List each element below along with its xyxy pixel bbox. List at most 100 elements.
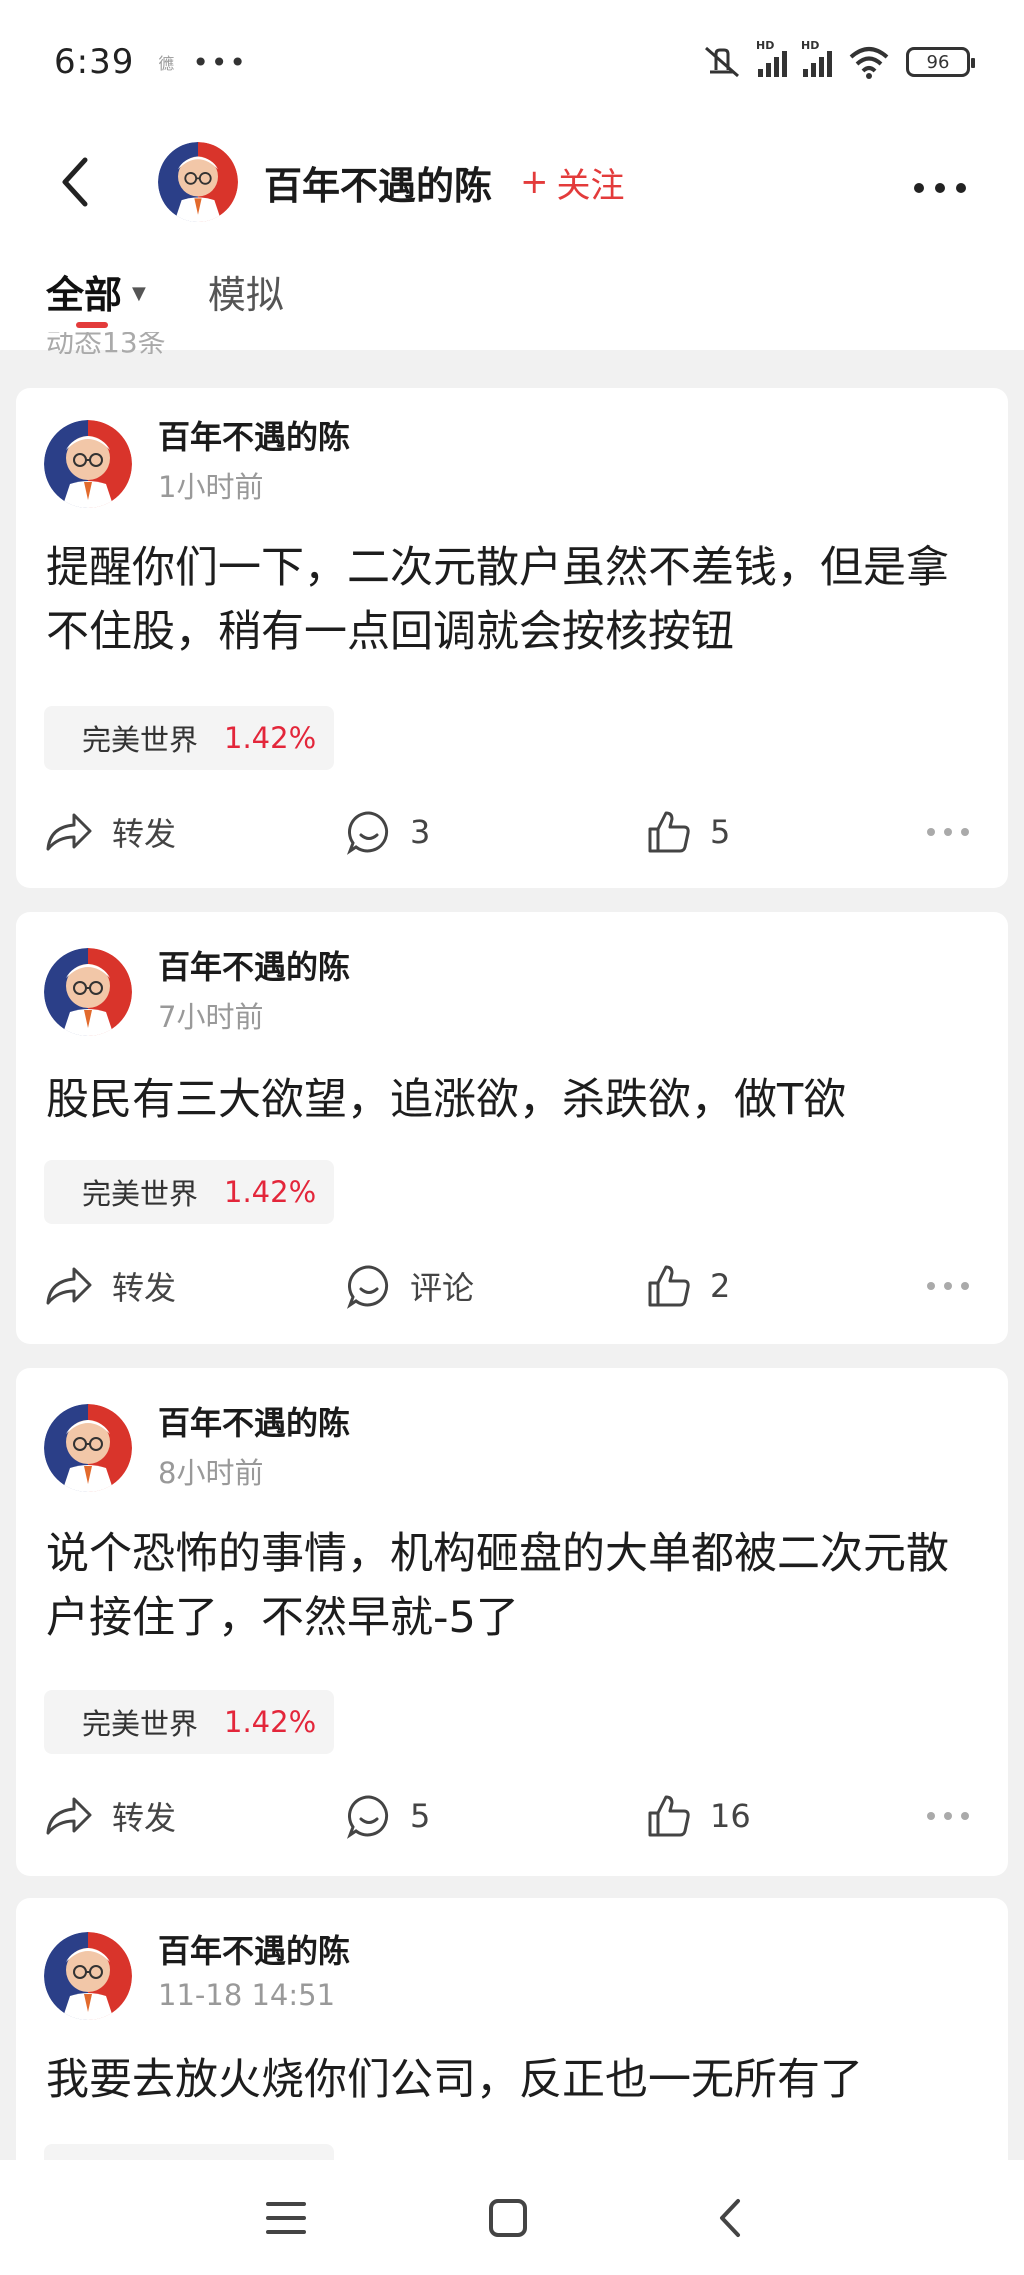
- more-dots-icon: [927, 1282, 969, 1290]
- post-time: 7小时前: [158, 1000, 264, 1034]
- profile-header: 百年不遇的陈 + 关注: [0, 124, 1024, 240]
- status-time: 6:39: [54, 42, 135, 82]
- battery-level: 96: [926, 51, 950, 73]
- comment-icon: [346, 1265, 389, 1309]
- comment-icon: [346, 811, 389, 855]
- post-more-button[interactable]: [926, 1256, 970, 1316]
- status-bar: 6:39 㣹 ••• HD HD 96: [0, 0, 1024, 124]
- forward-icon: [46, 813, 92, 851]
- post-card: 百年不遇的陈 8小时前 说个恐怖的事情，机构砸盘的大单都被二次元散户接住了，不然…: [16, 1368, 1008, 1876]
- stock-name: 完美世界: [82, 1177, 199, 1211]
- post-time: 11-18 14:51: [158, 1978, 336, 2012]
- comment-button[interactable]: 3: [346, 802, 430, 862]
- wifi-icon: [849, 47, 889, 79]
- more-dots-icon: [927, 828, 969, 836]
- more-options-button[interactable]: [912, 159, 968, 205]
- stock-tag-partial: [44, 2144, 334, 2160]
- post-avatar[interactable]: [44, 1932, 132, 2020]
- stock-name: 完美世界: [82, 723, 199, 757]
- back-icon: [62, 157, 88, 207]
- system-navigation-bar: [0, 2160, 1024, 2275]
- forward-label: 转发: [112, 815, 177, 853]
- like-button[interactable]: 5: [646, 802, 730, 862]
- follow-label: 关注: [556, 165, 625, 206]
- comment-label: 评论: [410, 1269, 475, 1307]
- post-actions: 转发 3 5: [16, 802, 1008, 862]
- forward-icon: [46, 1797, 92, 1835]
- post-card: 百年不遇的陈 7小时前 股民有三大欲望，追涨欲，杀跌欲，做T欲 完美世界 1.4…: [16, 912, 1008, 1344]
- follow-button[interactable]: + 关注: [520, 158, 625, 207]
- stock-change: 1.42%: [224, 1705, 317, 1739]
- dropdown-caret-icon: ▼: [132, 283, 146, 304]
- like-icon: [648, 1795, 690, 1837]
- forward-label: 转发: [112, 1269, 177, 1307]
- header-avatar[interactable]: [158, 142, 238, 222]
- vibrate-off-icon: [705, 46, 739, 78]
- like-count: 16: [710, 1797, 751, 1835]
- more-icon: [914, 183, 966, 193]
- post-author[interactable]: 百年不遇的陈: [158, 942, 350, 988]
- like-count: 2: [710, 1267, 731, 1305]
- post-content[interactable]: 股民有三大欲望，追涨欲，杀跌欲，做T欲: [46, 1068, 986, 1132]
- status-indicators: HD HD 96: [702, 39, 975, 80]
- home-icon: [489, 2199, 527, 2237]
- post-author[interactable]: 百年不遇的陈: [158, 1398, 350, 1444]
- menu-icon: [266, 2202, 306, 2234]
- more-dots-icon: [927, 1812, 969, 1820]
- post-more-button[interactable]: [926, 802, 970, 862]
- post-avatar[interactable]: [44, 1404, 132, 1492]
- signal-icon-2: HD: [801, 39, 832, 77]
- forward-label: 转发: [112, 1799, 177, 1837]
- comment-count: 5: [410, 1797, 431, 1835]
- comment-icon: [346, 1795, 389, 1839]
- post-time: 8小时前: [158, 1456, 264, 1490]
- home-button[interactable]: [468, 2178, 548, 2258]
- like-count: 5: [710, 813, 731, 851]
- like-icon: [648, 811, 690, 853]
- post-actions: 转发 5 16: [16, 1786, 1008, 1846]
- post-author[interactable]: 百年不遇的陈: [158, 412, 350, 458]
- forward-button[interactable]: 转发: [44, 802, 176, 862]
- profile-name: 百年不遇的陈: [264, 163, 493, 208]
- post-time: 1小时前: [158, 470, 264, 504]
- like-icon: [648, 1265, 690, 1307]
- comment-button[interactable]: 5: [346, 1786, 430, 1846]
- menu-button[interactable]: [246, 2178, 326, 2258]
- comment-button[interactable]: 评论: [346, 1256, 474, 1316]
- stock-change: 1.42%: [224, 1175, 317, 1209]
- post-content[interactable]: 提醒你们一下，二次元散户虽然不差钱，但是拿不住股，稍有一点回调就会按核按钮: [46, 536, 986, 664]
- like-button[interactable]: 16: [646, 1786, 751, 1846]
- post-content[interactable]: 我要去放火烧你们公司，反正也一无所有了: [46, 2048, 986, 2112]
- post-content[interactable]: 说个恐怖的事情，机构砸盘的大单都被二次元散户接住了，不然早就-5了: [46, 1522, 986, 1650]
- stock-tag[interactable]: 完美世界 1.42%: [44, 1690, 334, 1754]
- tab-active-indicator: [76, 322, 108, 328]
- signal-icon-1: HD: [756, 39, 787, 77]
- like-button[interactable]: 2: [646, 1256, 730, 1316]
- tab-simulate-label: 模拟: [207, 273, 284, 317]
- battery-icon: 96: [906, 47, 975, 77]
- post-author[interactable]: 百年不遇的陈: [158, 1926, 350, 1972]
- forward-button[interactable]: 转发: [44, 1256, 176, 1316]
- stock-change: 1.42%: [224, 721, 317, 755]
- nav-back-icon: [720, 2199, 740, 2237]
- stock-name: 完美世界: [82, 1707, 199, 1741]
- post-actions: 转发 评论 2: [16, 1256, 1008, 1316]
- post-avatar[interactable]: [44, 948, 132, 1036]
- forward-button[interactable]: 转发: [44, 1786, 176, 1846]
- forward-icon: [46, 1267, 92, 1305]
- tab-simulate[interactable]: 模拟: [208, 240, 284, 319]
- tab-all[interactable]: 全部 ▼: [46, 240, 146, 328]
- post-count: 动态13条: [46, 332, 166, 354]
- post-avatar[interactable]: [44, 420, 132, 508]
- more-notifications-icon: •••: [192, 45, 248, 79]
- tab-all-label: 全部: [46, 273, 123, 317]
- notification-icon: 㣹: [158, 54, 175, 73]
- back-button[interactable]: [40, 147, 110, 217]
- post-card: 百年不遇的陈 11-18 14:51 我要去放火烧你们公司，反正也一无所有了: [16, 1898, 1008, 2160]
- nav-back-button[interactable]: [690, 2178, 770, 2258]
- stock-tag[interactable]: 完美世界 1.42%: [44, 1160, 334, 1224]
- post-card: 百年不遇的陈 1小时前 提醒你们一下，二次元散户虽然不差钱，但是拿不住股，稍有一…: [16, 388, 1008, 888]
- stock-tag[interactable]: 完美世界 1.42%: [44, 706, 334, 770]
- comment-count: 3: [410, 813, 431, 851]
- post-more-button[interactable]: [926, 1786, 970, 1846]
